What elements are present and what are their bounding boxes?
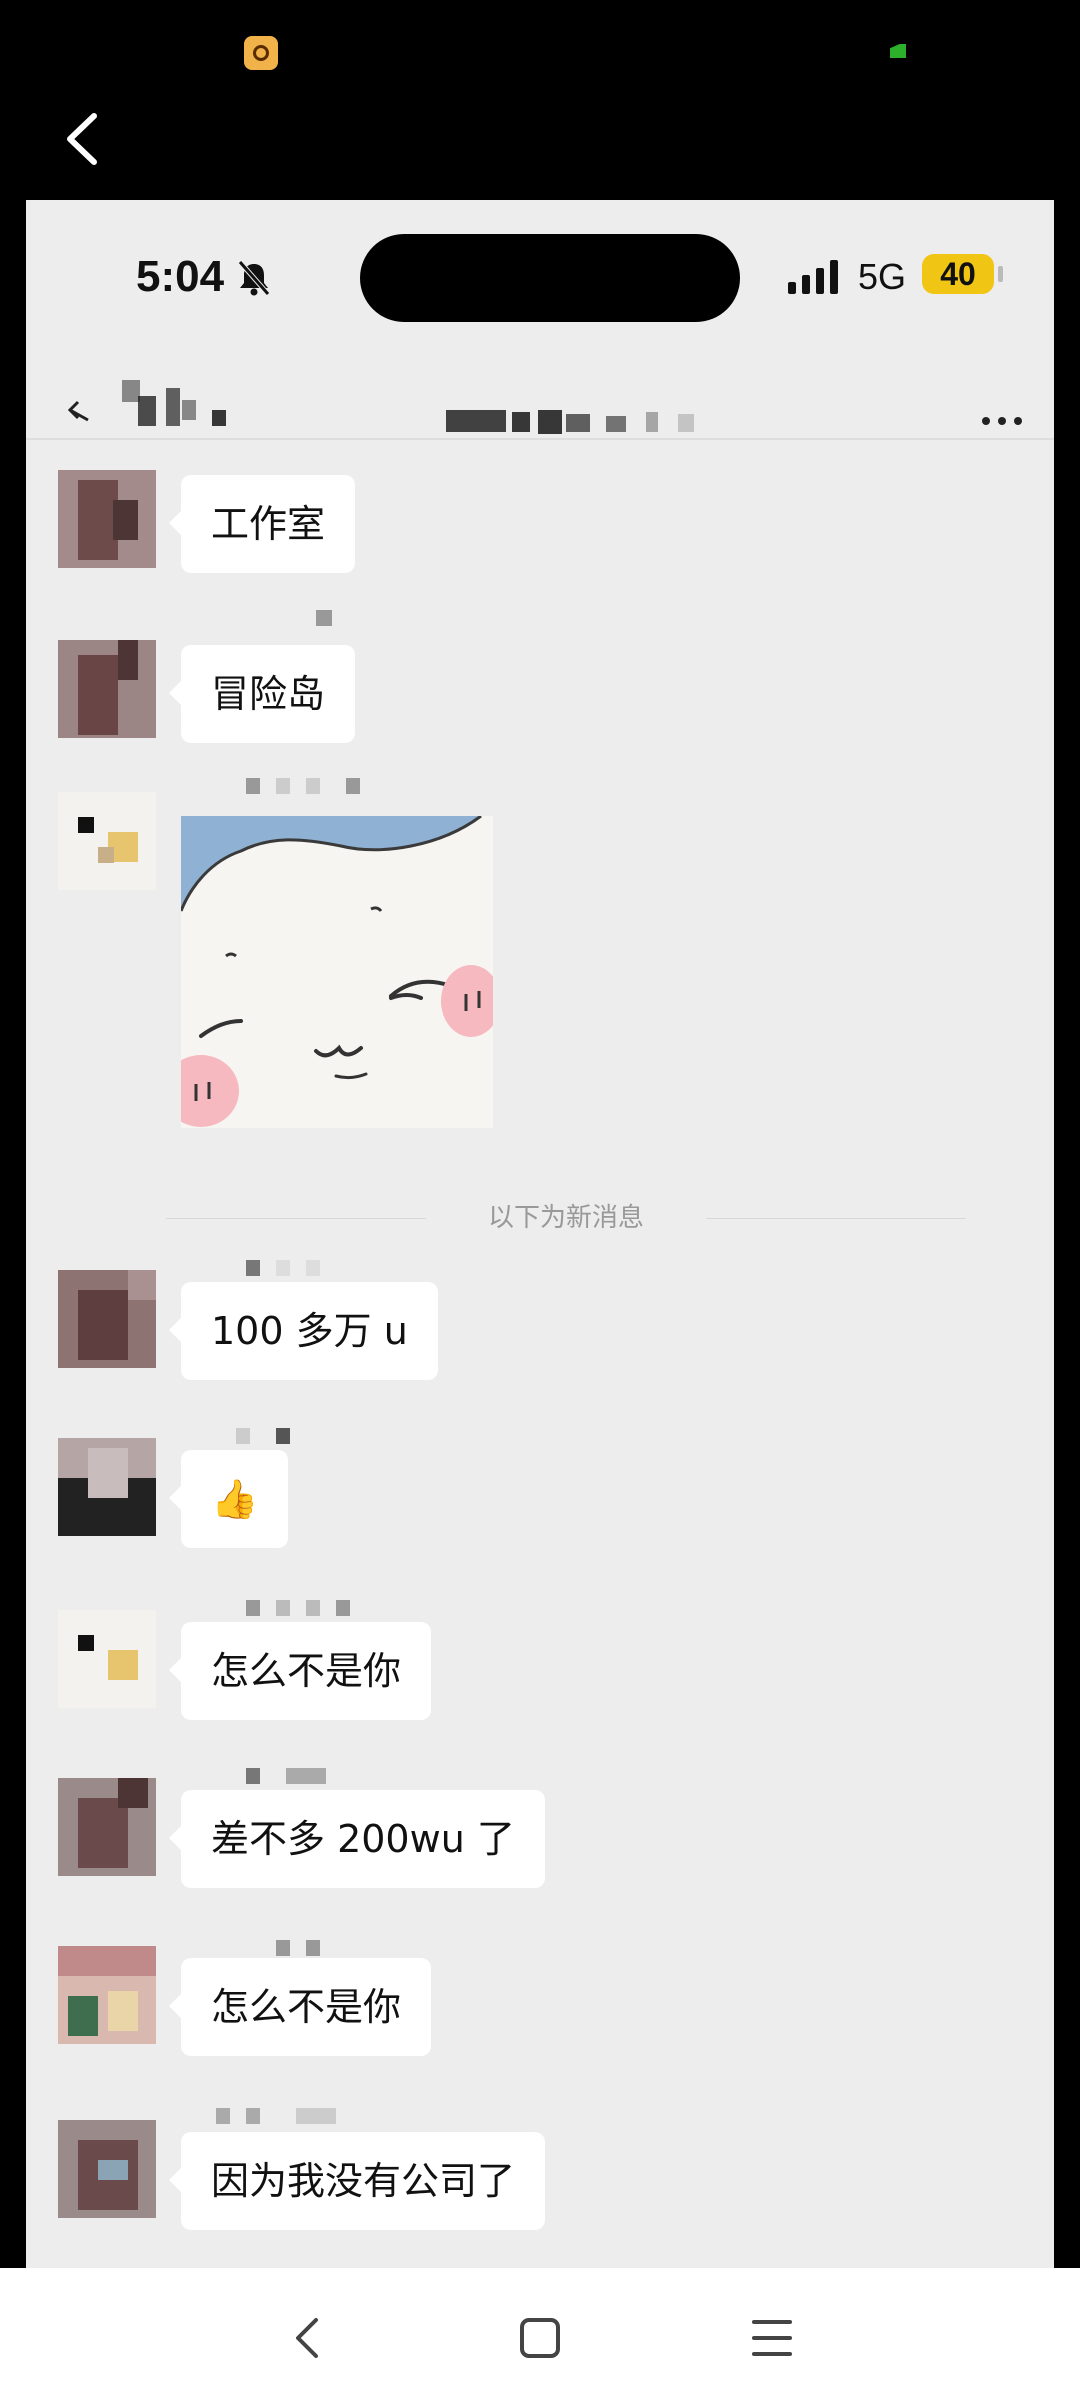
- avatar[interactable]: [58, 1610, 156, 1708]
- signal-icon: [788, 260, 838, 294]
- avatar[interactable]: [58, 1270, 156, 1368]
- network-type: 5G: [858, 256, 907, 297]
- avatar[interactable]: [58, 640, 156, 738]
- app-notification-icon: [244, 36, 278, 70]
- system-nav-bar: [0, 2268, 1080, 2400]
- battery-indicator: 40: [922, 254, 994, 294]
- new-messages-label: 以下为新消息: [487, 1203, 644, 1233]
- avatar[interactable]: [58, 1438, 156, 1536]
- device-status-bar: [0, 0, 1080, 100]
- battery-tip: [998, 266, 1003, 282]
- avatar[interactable]: [58, 470, 156, 568]
- avatar[interactable]: [58, 1778, 156, 1876]
- header-divider: [26, 438, 1054, 440]
- message-bubble[interactable]: 👍: [168, 1450, 289, 1548]
- dynamic-island: [360, 234, 740, 322]
- message-bubble[interactable]: 100 多万 u: [169, 1282, 438, 1380]
- inner-time: 5:04: [136, 252, 225, 301]
- nav-back-icon[interactable]: [278, 2308, 338, 2368]
- message-bubble[interactable]: 因为我没有公司了: [168, 2132, 546, 2230]
- inner-status-bar: 5:04 5G 40: [26, 200, 1054, 360]
- more-icon[interactable]: [982, 410, 1032, 425]
- message-bubble[interactable]: 工作室: [168, 475, 356, 573]
- message-bubble[interactable]: 冒险岛: [168, 645, 356, 743]
- mute-bell-icon: [238, 260, 270, 296]
- avatar[interactable]: [58, 2120, 156, 2218]
- back-icon[interactable]: [52, 104, 122, 174]
- nav-home-icon[interactable]: [510, 2308, 570, 2368]
- screenshot-image: 5:04 5G 40 工作室 冒险岛 以下为新消息 100 多万 u 👍 怎么不…: [26, 200, 1054, 2268]
- chat-header: [26, 360, 1054, 440]
- avatar[interactable]: [58, 792, 156, 890]
- green-status-icon: [890, 44, 906, 58]
- nav-menu-icon[interactable]: [742, 2308, 802, 2368]
- new-messages-divider: 以下为新消息: [166, 1198, 966, 1238]
- message-bubble[interactable]: 怎么不是你: [168, 1622, 432, 1720]
- message-bubble[interactable]: 差不多 200wu 了: [169, 1790, 545, 1888]
- sticker-image[interactable]: [181, 816, 493, 1128]
- message-bubble[interactable]: 怎么不是你: [168, 1958, 432, 2056]
- avatar[interactable]: [58, 1946, 156, 2044]
- chat-back-icon[interactable]: [64, 396, 94, 426]
